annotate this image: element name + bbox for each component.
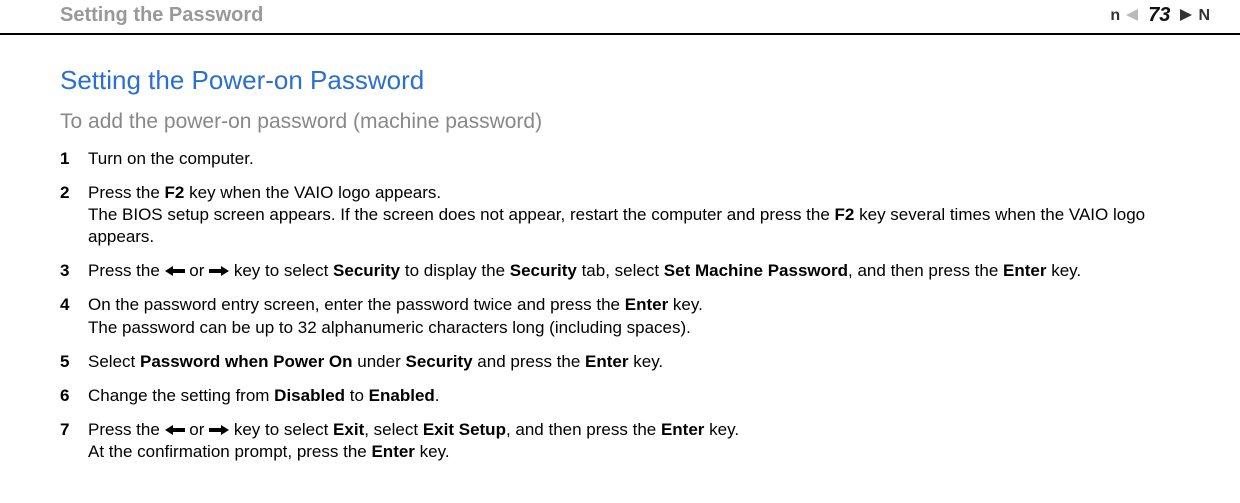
- step-number: 3: [60, 260, 88, 282]
- step-text: .: [435, 386, 440, 405]
- nav-letter-N: N: [1198, 7, 1210, 25]
- key-enabled: Enabled: [369, 386, 435, 405]
- nav-next-icon[interactable]: [1176, 8, 1192, 24]
- section-subtitle: To add the power-on password (machine pa…: [60, 110, 1180, 134]
- step-text: or: [185, 261, 210, 280]
- step-4: 4 On the password entry screen, enter th…: [60, 294, 1180, 338]
- page-header: Setting the Password n 73 N: [0, 0, 1240, 35]
- step-body: Change the setting from Disabled to Enab…: [88, 385, 1180, 407]
- section-title: Setting the Power-on Password: [60, 65, 1180, 96]
- step-body: Press the or key to select Exit, select …: [88, 419, 1180, 463]
- key-f2: F2: [165, 183, 185, 202]
- key-enter: Enter: [1003, 261, 1046, 280]
- step-text: , and then press the: [506, 420, 661, 439]
- step-body: On the password entry screen, enter the …: [88, 294, 1180, 338]
- step-text: On the password entry screen, enter the …: [88, 295, 625, 314]
- arrow-left-icon: [165, 424, 185, 436]
- step-7: 7 Press the or key to select Exit, selec…: [60, 419, 1180, 463]
- step-text: under: [353, 352, 406, 371]
- step-text: or: [185, 420, 210, 439]
- step-text: key.: [629, 352, 664, 371]
- key-enter: Enter: [625, 295, 668, 314]
- step-6: 6 Change the setting from Disabled to En…: [60, 385, 1180, 407]
- step-text: Turn on the computer.: [88, 149, 254, 168]
- content-area: Setting the Power-on Password To add the…: [0, 35, 1240, 495]
- step-text: The BIOS setup screen appears. If the sc…: [88, 205, 835, 224]
- key-enter: Enter: [371, 442, 414, 461]
- step-text: to: [345, 386, 369, 405]
- key-security: Security: [405, 352, 472, 371]
- nav-prev-icon[interactable]: [1126, 8, 1142, 24]
- step-number: 2: [60, 182, 88, 248]
- step-text: to display the: [400, 261, 510, 280]
- step-2: 2 Press the F2 key when the VAIO logo ap…: [60, 182, 1180, 248]
- header-title: Setting the Password: [60, 4, 263, 27]
- step-1: 1 Turn on the computer.: [60, 148, 1180, 170]
- step-number: 1: [60, 148, 88, 170]
- step-body: Select Password when Power On under Secu…: [88, 351, 1180, 373]
- key-pwd-power-on: Password when Power On: [140, 352, 353, 371]
- step-text: Change the setting from: [88, 386, 274, 405]
- step-text: tab, select: [577, 261, 664, 280]
- step-text: and press the: [473, 352, 585, 371]
- arrow-right-icon: [209, 265, 229, 277]
- header-nav: n 73 N: [1110, 4, 1210, 27]
- step-text: At the confirmation prompt, press the: [88, 442, 371, 461]
- key-f2: F2: [835, 205, 855, 224]
- step-5: 5 Select Password when Power On under Se…: [60, 351, 1180, 373]
- step-3: 3 Press the or key to select Security to…: [60, 260, 1180, 282]
- step-text: key when the VAIO logo appears.: [184, 183, 441, 202]
- key-enter: Enter: [585, 352, 628, 371]
- steps-list: 1 Turn on the computer. 2 Press the F2 k…: [60, 148, 1180, 463]
- arrow-right-icon: [209, 424, 229, 436]
- page-number: 73: [1148, 4, 1170, 27]
- step-number: 5: [60, 351, 88, 373]
- step-text: , select: [364, 420, 423, 439]
- step-text: key to select: [229, 420, 333, 439]
- step-number: 7: [60, 419, 88, 463]
- key-enter: Enter: [661, 420, 704, 439]
- key-exit: Exit: [333, 420, 364, 439]
- nav-letter-n: n: [1110, 7, 1120, 25]
- key-security: Security: [333, 261, 400, 280]
- step-text: key.: [415, 442, 450, 461]
- step-number: 6: [60, 385, 88, 407]
- step-text: key.: [1047, 261, 1082, 280]
- key-security-tab: Security: [510, 261, 577, 280]
- step-text: key.: [704, 420, 739, 439]
- arrow-left-icon: [165, 265, 185, 277]
- step-text: Select: [88, 352, 140, 371]
- step-number: 4: [60, 294, 88, 338]
- step-text: key to select: [229, 261, 333, 280]
- key-disabled: Disabled: [274, 386, 345, 405]
- step-text: key.: [668, 295, 703, 314]
- step-text: Press the: [88, 183, 165, 202]
- key-set-machine-password: Set Machine Password: [664, 261, 848, 280]
- step-body: Turn on the computer.: [88, 148, 1180, 170]
- step-text: The password can be up to 32 alphanumeri…: [88, 318, 691, 337]
- key-exit-setup: Exit Setup: [423, 420, 506, 439]
- step-text: , and then press the: [848, 261, 1003, 280]
- step-text: Press the: [88, 420, 165, 439]
- step-text: Press the: [88, 261, 165, 280]
- step-body: Press the or key to select Security to d…: [88, 260, 1180, 282]
- step-body: Press the F2 key when the VAIO logo appe…: [88, 182, 1180, 248]
